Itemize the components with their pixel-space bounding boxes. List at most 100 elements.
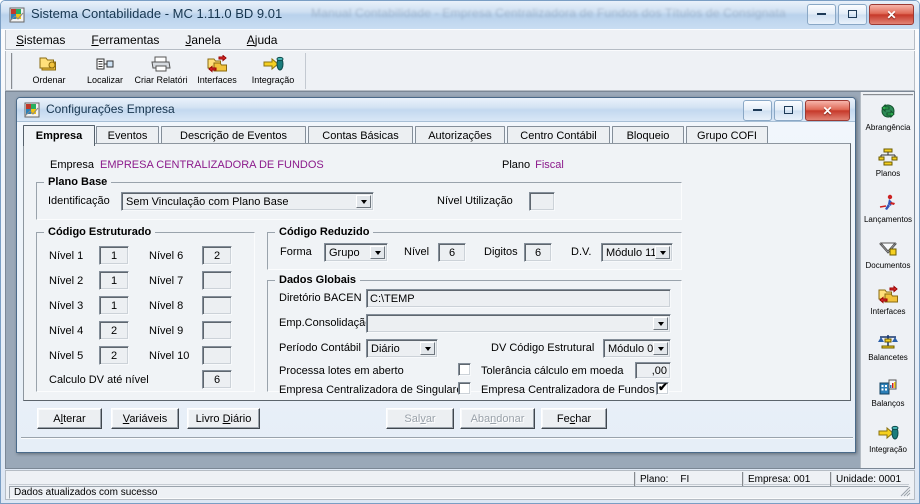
forma-combo[interactable]: Grupo <box>324 243 388 262</box>
side-button-interfaces[interactable]: Interfaces <box>863 283 913 328</box>
nivel-5-field[interactable]: 2 <box>99 346 129 365</box>
nivel-4-field[interactable]: 2 <box>99 321 129 340</box>
centralizadora-singulares-checkbox[interactable] <box>458 382 471 395</box>
dialog-title-bar[interactable]: Configurações Empresa ✕ <box>17 98 855 122</box>
main-close-button[interactable]: ✕ <box>869 4 914 25</box>
digitos-field[interactable]: 6 <box>524 243 552 262</box>
side-button-lancamentos[interactable]: Lançamentos <box>863 191 913 236</box>
toolbar-button-criar-relatorio[interactable]: Criar Relatóri <box>133 53 189 89</box>
toolbar-button-interfaces[interactable]: Interfaces <box>189 53 245 89</box>
main-window-controls: ✕ <box>807 4 914 25</box>
diretorio-bacen-field[interactable]: C:\TEMP <box>366 289 671 308</box>
nivel-8-field[interactable] <box>202 296 232 315</box>
periodo-contabil-value: Diário <box>371 342 400 355</box>
chevron-down-icon[interactable] <box>653 342 668 355</box>
side-button-balancos[interactable]: Balanços <box>863 375 913 420</box>
tab-grupo-cofi[interactable]: Grupo COFI <box>686 126 768 144</box>
chevron-down-icon[interactable] <box>356 195 371 208</box>
tab-autorizacoes[interactable]: Autorizações <box>415 126 505 144</box>
toolbar-button-integracao[interactable]: Integração <box>245 53 301 89</box>
tab-label: Grupo COFI <box>697 129 757 142</box>
nivel-2-field[interactable]: 1 <box>99 271 129 290</box>
variaveis-button[interactable]: Variáveis <box>111 408 179 429</box>
identificacao-combo[interactable]: Sem Vinculação com Plano Base <box>121 192 374 211</box>
tab-eventos[interactable]: Eventos <box>96 126 159 144</box>
abandonar-button[interactable]: Abandonar <box>460 408 535 429</box>
menu-item-janela[interactable]: Janela <box>182 32 223 48</box>
main-toolbar: Ordenar Localizar Criar Relatóri Interfa… <box>5 51 915 91</box>
toolbar-button-localizar[interactable]: Localizar <box>77 53 133 89</box>
main-title-bar[interactable]: Manual Contabilidade - Empresa Centraliz… <box>1 1 919 29</box>
periodo-contabil-combo[interactable]: Diário <box>366 339 438 358</box>
nivel-2-value: 1 <box>110 274 118 287</box>
empresa-header: Empresa EMPRESA CENTRALIZADORA DE FUNDOS <box>50 159 324 171</box>
tab-label: Contas Básicas <box>322 129 399 142</box>
menu-item-ferramentas[interactable]: Ferramentas <box>88 32 162 48</box>
chevron-down-icon[interactable] <box>370 246 385 259</box>
toolbar-button-ordenar[interactable]: Ordenar <box>21 53 77 89</box>
side-label: Lançamentos <box>863 215 913 224</box>
nivel-7-field[interactable] <box>202 271 232 290</box>
status-unidade-value: Unidade: 0001 <box>836 473 902 485</box>
chevron-down-icon[interactable] <box>655 246 670 259</box>
tolerancia-field[interactable]: ,00 <box>635 362 671 379</box>
tab-bloqueio[interactable]: Bloqueio <box>612 126 684 144</box>
chevron-down-icon[interactable] <box>653 317 668 330</box>
nivel-3-value: 1 <box>110 299 118 312</box>
side-button-planos[interactable]: Planos <box>863 145 913 190</box>
side-button-balancetes[interactable]: Balancetes <box>863 329 913 374</box>
menu-item-ajuda[interactable]: Ajuda <box>244 32 281 48</box>
building-chart-icon <box>878 375 898 399</box>
identificacao-value: Sem Vinculação com Plano Base <box>126 195 289 208</box>
dv-value: Módulo 11 <box>606 246 657 259</box>
fechar-button[interactable]: Fechar <box>541 408 607 429</box>
dialog-window-controls: ✕ <box>743 100 850 121</box>
nivel-9-field[interactable] <box>202 321 232 340</box>
toolbar-label: Localizar <box>86 75 124 85</box>
resize-grip-icon[interactable] <box>898 484 912 498</box>
tab-contas-basicas[interactable]: Contas Básicas <box>308 126 413 144</box>
nivel-6-field[interactable]: 2 <box>202 246 232 265</box>
minimize-icon <box>808 10 835 20</box>
processa-lotes-label: Processa lotes em aberto <box>279 365 404 377</box>
nivel-10-field[interactable] <box>202 346 232 365</box>
dialog-maximize-button[interactable] <box>774 100 803 121</box>
salvar-button[interactable]: Salvar <box>386 408 454 429</box>
empresa-value: EMPRESA CENTRALIZADORA DE FUNDOS <box>100 159 324 171</box>
menu-accel: F <box>91 32 99 47</box>
livro-diario-button[interactable]: Livro Diário <box>187 408 260 429</box>
dialog-minimize-button[interactable] <box>743 100 772 121</box>
dialog-close-button[interactable]: ✕ <box>805 100 850 121</box>
maximize-icon <box>775 105 802 116</box>
tab-centro-contabil[interactable]: Centro Contábil <box>507 126 610 144</box>
centralizadora-fundos-label: Empresa Centralizadora de Fundos <box>481 384 655 396</box>
side-button-documentos[interactable]: Documentos <box>863 237 913 282</box>
tab-empresa[interactable]: Empresa <box>23 125 95 146</box>
side-button-integracao[interactable]: Integração <box>863 421 913 466</box>
dialog-separator <box>21 437 853 439</box>
list-window-icon <box>95 54 115 74</box>
dv-codigo-estrutural-combo[interactable]: Módulo 07 <box>603 339 671 358</box>
side-button-global[interactable]: Global <box>863 467 913 468</box>
status-plano-value: FI <box>680 473 690 485</box>
nivel-1-field[interactable]: 1 <box>99 246 129 265</box>
main-minimize-button[interactable] <box>807 4 836 25</box>
menu-item-sistemas[interactable]: Sistemas <box>13 32 68 48</box>
centralizadora-fundos-checkbox[interactable]: ✔ <box>656 381 669 395</box>
nivel-3-field[interactable]: 1 <box>99 296 129 315</box>
side-button-abrangencia[interactable]: Abrangência <box>863 99 913 144</box>
balance-scale-icon <box>878 329 898 353</box>
group-plano-base: Plano Base Identificação Sem Vinculação … <box>36 176 682 220</box>
chevron-down-icon[interactable] <box>420 342 435 355</box>
dv-combo[interactable]: Módulo 11 <box>601 243 673 262</box>
emp-consolidacao-combo[interactable] <box>366 314 671 333</box>
nivel-utilizacao-field[interactable] <box>529 192 555 211</box>
tab-descricao-de-eventos[interactable]: Descrição de Eventos <box>161 126 306 144</box>
menu-label: istemas <box>24 32 66 47</box>
nivel-1-label: Nível 1 <box>49 250 84 262</box>
calculo-dv-field[interactable]: 6 <box>202 370 232 389</box>
reduzido-nivel-field[interactable]: 6 <box>438 243 466 262</box>
alterar-button[interactable]: Alterar <box>37 408 102 429</box>
main-maximize-button[interactable] <box>838 4 867 25</box>
processa-lotes-checkbox[interactable] <box>458 363 471 376</box>
